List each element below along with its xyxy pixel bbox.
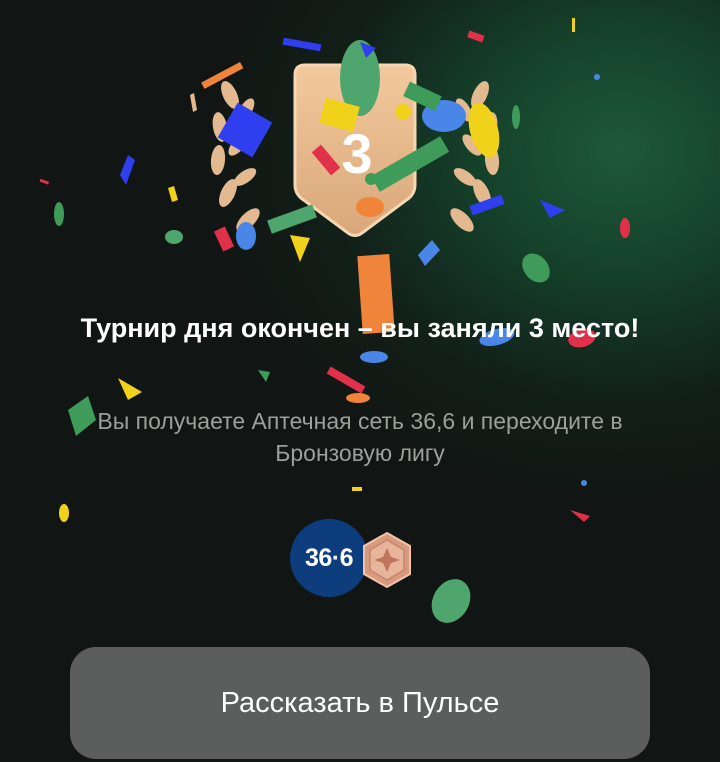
share-button-label: Рассказать в Пульсе (220, 686, 500, 719)
result-title: Турнир дня окончен – вы заняли 3 место! (80, 313, 640, 343)
laurel-right-icon (450, 81, 500, 232)
laurel-left-icon (210, 81, 260, 232)
share-in-pulse-button[interactable]: Рассказать в Пульсе (70, 647, 650, 759)
pharmacy-logo-text: 36·6 (304, 543, 354, 572)
pharmacy-36-6-logo-icon: 36·6 (290, 519, 368, 597)
bronze-league-badge-icon (363, 531, 411, 589)
place-number: 3 (341, 122, 372, 185)
result-subtitle: Вы получаете Аптечная сеть 36,6 и перехо… (97, 408, 623, 466)
place-emblem: 3 (210, 63, 500, 237)
